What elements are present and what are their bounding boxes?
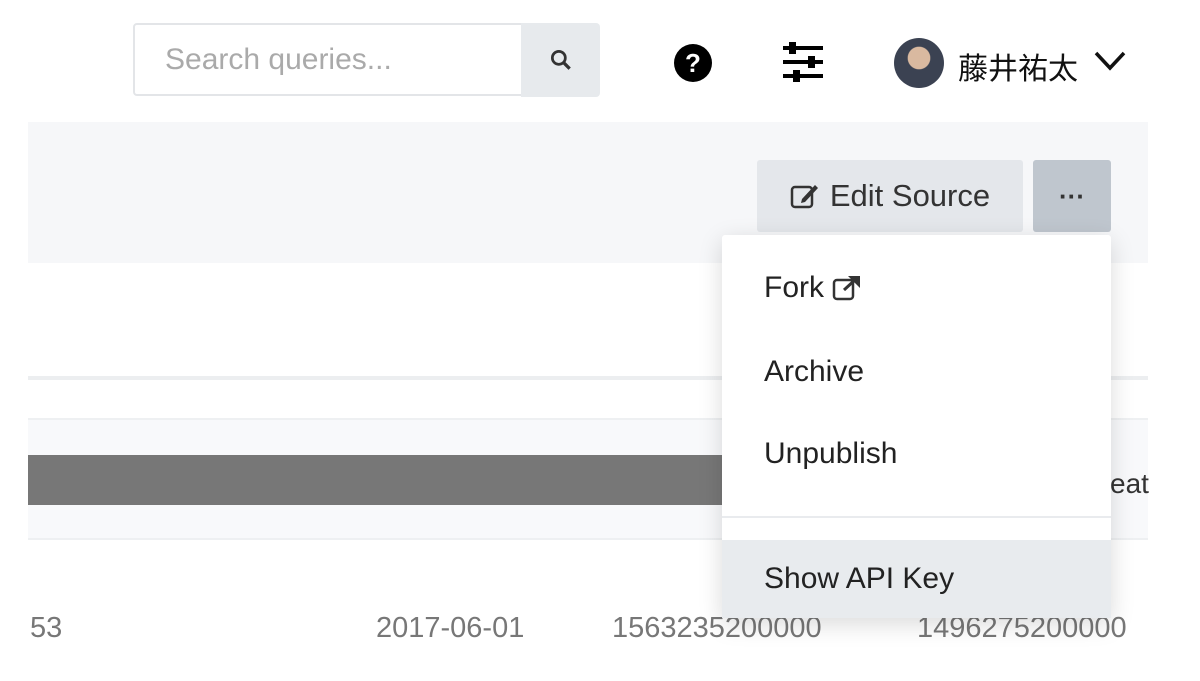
table-cell: 53: [30, 612, 63, 644]
more-options-button[interactable]: ···: [1033, 160, 1111, 232]
sliders-icon[interactable]: [781, 42, 825, 87]
search-input[interactable]: Search queries...: [133, 23, 523, 96]
external-link-icon: [832, 276, 860, 301]
svg-text:?: ?: [685, 48, 701, 78]
search-icon: [550, 49, 571, 70]
chevron-down-icon[interactable]: [1094, 50, 1126, 77]
more-options-menu: Fork Archive Unpublish Show API Key: [722, 235, 1111, 618]
table-cell: 2017-06-01: [376, 612, 525, 644]
edit-source-button[interactable]: Edit Source: [757, 160, 1023, 232]
edit-source-label: Edit Source: [829, 178, 991, 213]
menu-item-unpublish[interactable]: Unpublish: [722, 423, 1111, 485]
search-placeholder: Search queries...: [165, 42, 392, 76]
menu-item-show-api-key[interactable]: Show API Key: [722, 540, 1111, 618]
menu-divider: [722, 516, 1111, 518]
table-header-bar: [28, 455, 728, 505]
fork-label: Fork: [764, 271, 824, 304]
user-name[interactable]: 藤井祐太: [958, 44, 1078, 88]
menu-item-fork[interactable]: Fork: [722, 257, 1111, 319]
search-button[interactable]: [521, 23, 600, 97]
edit-icon: [790, 185, 818, 209]
avatar[interactable]: [894, 38, 944, 88]
menu-item-archive[interactable]: Archive: [722, 341, 1111, 403]
column-header-partial: eat: [1110, 468, 1149, 499]
help-icon[interactable]: ?: [673, 43, 713, 88]
